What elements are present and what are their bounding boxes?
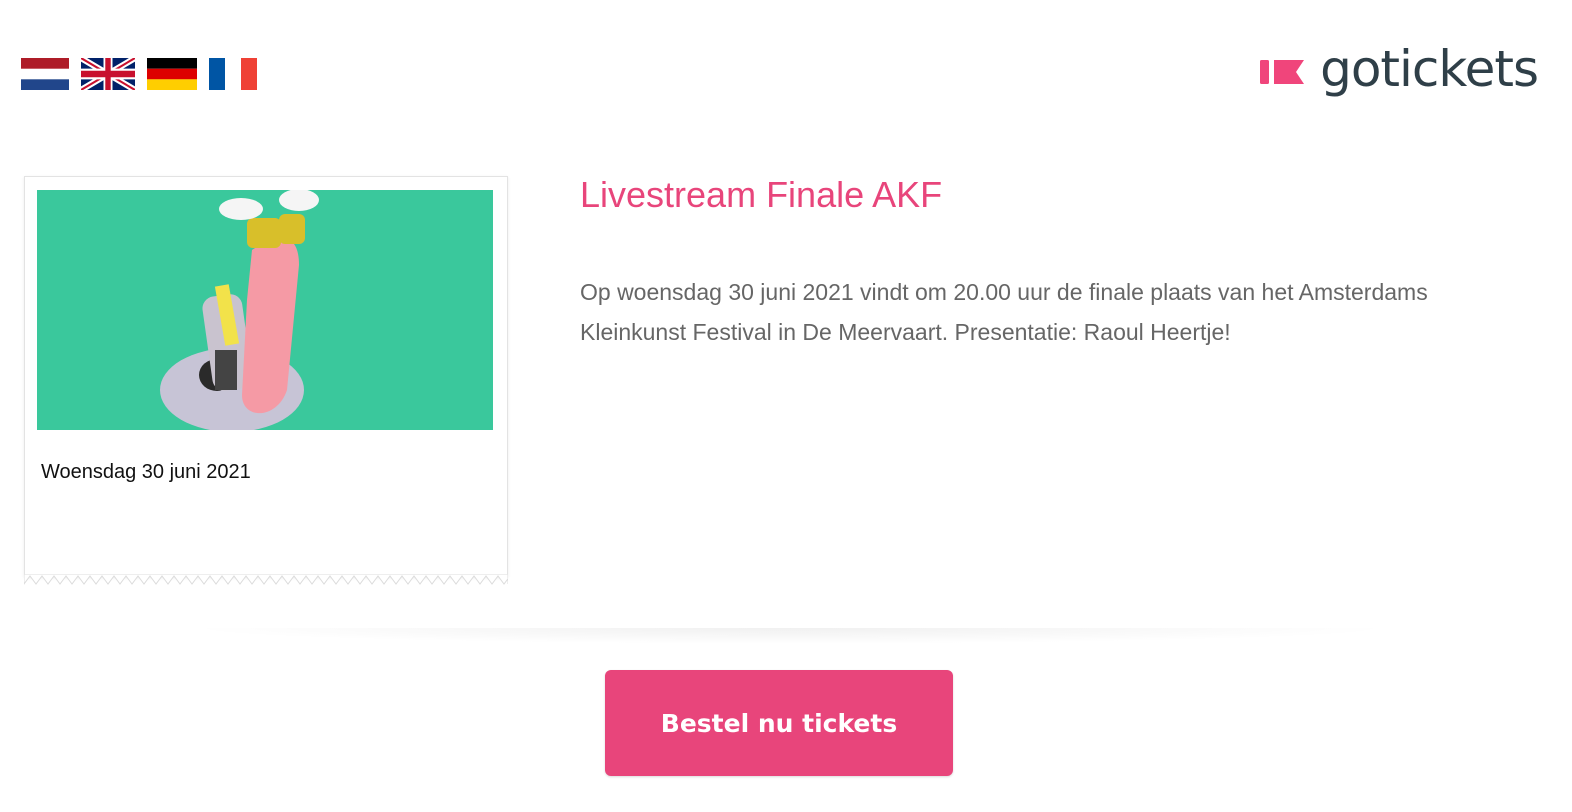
flag-de-icon[interactable] — [147, 58, 197, 90]
flag-fr-icon[interactable] — [209, 58, 257, 90]
event-description: Op woensdag 30 juni 2021 vindt om 20.00 … — [580, 279, 1428, 345]
ticket-logo-icon — [1260, 58, 1306, 86]
logo-wordmark: gotickets — [1320, 40, 1539, 98]
goticket-logo[interactable]: gotickets — [1260, 40, 1539, 98]
flag-nl-icon[interactable] — [21, 58, 69, 90]
language-selector — [21, 58, 257, 90]
section-divider — [180, 628, 1400, 644]
event-photo — [37, 190, 493, 430]
ticket-edge — [24, 574, 508, 588]
event-card[interactable]: Woensdag 30 juni 2021 — [24, 176, 508, 577]
event-date: Woensdag 30 juni 2021 — [41, 461, 251, 483]
flag-en-icon[interactable] — [81, 58, 135, 90]
order-tickets-button[interactable]: Bestel nu tickets — [605, 670, 953, 776]
event-title: Livestream Finale AKF — [580, 174, 943, 215]
